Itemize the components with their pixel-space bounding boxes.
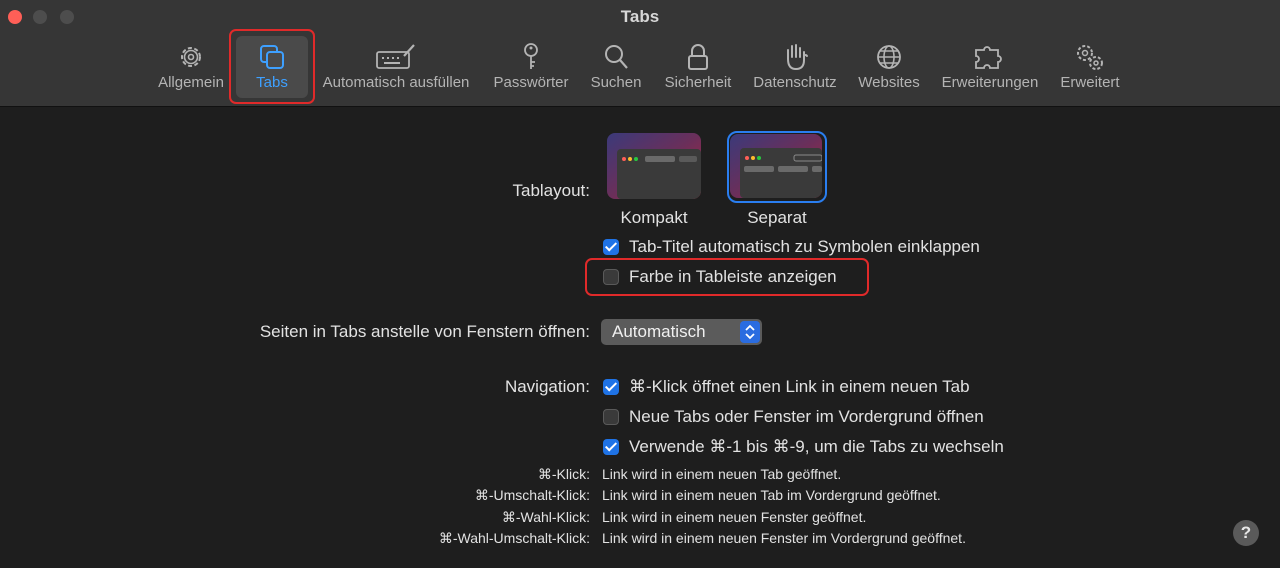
puzzle-icon <box>975 46 1002 69</box>
toolbar-item-label: Erweiterungen <box>941 74 1039 91</box>
toolbar-item-erweiterungen[interactable]: Erweiterungen <box>936 36 1044 98</box>
key-icon <box>524 43 538 69</box>
keyboard-pen-icon <box>376 44 415 69</box>
shortcut-key: ⌘-Wahl-Umschalt-Klick: <box>438 530 590 546</box>
gears-icon <box>1077 45 1103 70</box>
open-pages-select[interactable]: Automatisch <box>601 319 762 345</box>
open-pages-label: Seiten in Tabs anstelle von Fenstern öff… <box>259 322 590 341</box>
separate-layout-preview-icon <box>730 134 822 198</box>
shortcut-desc: Link wird in einem neuen Tab geöffnet. <box>602 466 842 482</box>
layout-label-separat: Separat <box>747 208 807 227</box>
cmd-number-label: Verwende ⌘-1 bis ⌘-9, um die Tabs zu wec… <box>629 437 1004 456</box>
toolbar-item-label: Datenschutz <box>753 74 837 91</box>
highlight-color-option <box>585 258 869 296</box>
toolbar-item-label: Sicherheit <box>664 74 732 91</box>
gear-icon <box>181 47 201 67</box>
help-button[interactable]: ? <box>1233 520 1259 546</box>
stepper-arrows-icon <box>740 321 760 343</box>
window-title: Tabs <box>620 7 660 26</box>
lock-icon <box>688 44 708 70</box>
toolbar-item-label: Erweitert <box>1060 74 1120 91</box>
magnifier-icon <box>605 45 628 69</box>
hand-icon <box>787 44 808 71</box>
toolbar-item-label: Allgemein <box>158 74 224 91</box>
cmd-number-checkbox[interactable] <box>603 439 619 455</box>
collapse-titles-checkbox[interactable] <box>603 239 619 255</box>
foreground-label: Neue Tabs oder Fenster im Vordergrund öf… <box>629 407 984 426</box>
foreground-checkbox[interactable] <box>603 409 619 425</box>
toolbar-item-sicherheit[interactable]: Sicherheit <box>658 36 738 98</box>
navigation-label: Navigation: <box>504 377 590 396</box>
toolbar-item-erweitert[interactable]: Erweitert <box>1054 36 1126 98</box>
open-pages-value: Automatisch <box>612 322 706 341</box>
toolbar-item-label: Automatisch ausfüllen <box>322 74 470 91</box>
preferences-toolbar: Tabs Allgemein Tabs Automatisch ausfülle… <box>0 0 1280 107</box>
toolbar-item-suchen[interactable]: Suchen <box>584 36 648 98</box>
toolbar-item-passwoerter[interactable]: Passwörter <box>488 36 574 98</box>
layout-thumbnail-kompakt[interactable] <box>607 133 701 199</box>
shortcut-desc: Link wird in einem neuen Fenster geöffne… <box>602 509 867 525</box>
cmd-click-checkbox[interactable] <box>603 379 619 395</box>
toolbar-item-automatisch-ausfuellen[interactable]: Automatisch ausfüllen <box>316 36 476 98</box>
preferences-window: Tabs Allgemein Tabs Automatisch ausfülle… <box>0 0 1280 568</box>
toolbar-item-datenschutz[interactable]: Datenschutz <box>748 36 842 98</box>
shortcut-desc: Link wird in einem neuen Tab im Vordergr… <box>602 487 941 503</box>
layout-thumbnail-separat[interactable] <box>730 134 822 198</box>
layout-label-kompakt: Kompakt <box>620 208 688 227</box>
tablayout-label: Tablayout: <box>512 181 591 200</box>
cmd-click-label: ⌘-Klick öffnet einen Link in einem neuen… <box>629 377 970 396</box>
toolbar-item-label: Passwörter <box>493 74 569 91</box>
shortcut-key: ⌘-Klick: <box>537 466 590 482</box>
shortcut-desc: Link wird in einem neuen Fenster im Vord… <box>602 530 966 546</box>
toolbar-item-label: Websites <box>858 74 920 91</box>
collapse-titles-label: Tab-Titel automatisch zu Symbolen einkla… <box>629 237 980 256</box>
compact-layout-preview-icon <box>607 133 701 199</box>
toolbar-item-label: Suchen <box>590 74 642 91</box>
shortcut-key: ⌘-Umschalt-Klick: <box>474 487 590 503</box>
toolbar-item-websites[interactable]: Websites <box>853 36 925 98</box>
highlight-tabs-toolbar-item <box>229 29 315 104</box>
toolbar-item-allgemein[interactable]: Allgemein <box>154 36 228 98</box>
globe-icon <box>877 45 901 69</box>
shortcut-key: ⌘-Wahl-Klick: <box>501 509 590 525</box>
